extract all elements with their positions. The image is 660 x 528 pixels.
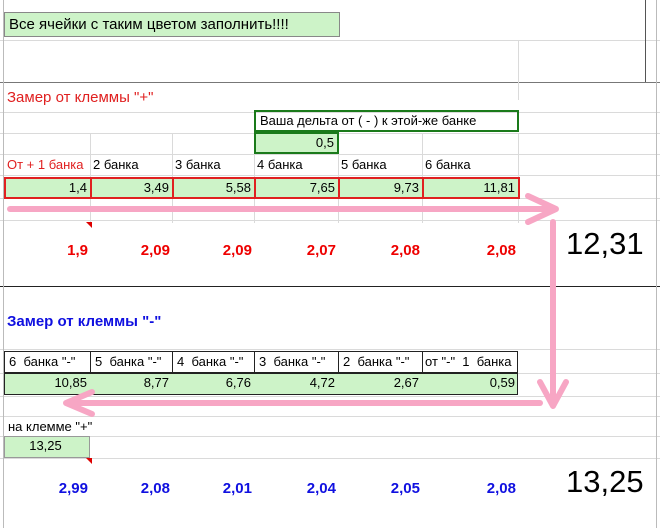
plus-input-4[interactable]: 7,65 xyxy=(254,177,340,199)
plus-header-6: 6 банка xyxy=(425,157,471,172)
minus-header-3: 4 банка "-" xyxy=(177,354,244,369)
minus-input-2[interactable]: 8,77 xyxy=(90,374,172,392)
plus-result-4: 2,07 xyxy=(306,242,336,259)
plus-header-2: 2 банка xyxy=(93,157,139,172)
plus-header-3: 3 банка xyxy=(175,157,221,172)
plus-header-4: 4 банка xyxy=(257,157,303,172)
arrowhead-right xyxy=(525,193,559,225)
comment-marker xyxy=(86,222,92,228)
minus-result-3: 2,01 xyxy=(222,480,252,497)
plus-terminal-label: на клемме "+" xyxy=(8,419,93,434)
plus-input-1[interactable]: 1,4 xyxy=(4,177,92,199)
plus-result-1: 1,9 xyxy=(67,242,88,259)
minus-result-4: 2,04 xyxy=(306,480,336,497)
minus-header-6: от "-" 1 банка xyxy=(425,354,512,369)
plus-terminal-input[interactable]: 13,25 xyxy=(4,436,90,458)
delta-label-cell: Ваша дельта от ( - ) к этой-же банке xyxy=(254,110,519,132)
plus-result-6: 2,08 xyxy=(486,242,516,259)
minus-input-3[interactable]: 6,76 xyxy=(172,374,254,392)
arrowhead-down xyxy=(537,379,569,409)
plus-result-2: 2,09 xyxy=(140,242,170,259)
notice-cell: Все ячейки с таким цветом заполнить!!!! xyxy=(4,12,340,37)
plus-result-5: 2,08 xyxy=(390,242,420,259)
minus-result-1: 2,99 xyxy=(58,480,88,497)
plus-input-2[interactable]: 3,49 xyxy=(90,177,174,199)
plus-result-3: 2,09 xyxy=(222,242,252,259)
minus-result-2: 2,08 xyxy=(140,480,170,497)
delta-label: Ваша дельта от ( - ) к этой-же банке xyxy=(260,113,477,128)
plus-total: 12,31 xyxy=(566,226,644,261)
minus-result-6: 2,08 xyxy=(486,480,516,497)
minus-result-5: 2,05 xyxy=(390,480,420,497)
minus-header-5: 2 банка "-" xyxy=(343,354,410,369)
plus-header-1: От + 1 банка xyxy=(7,157,84,172)
minus-input-6[interactable]: 0,59 xyxy=(422,374,518,392)
delta-input[interactable]: 0,5 xyxy=(254,132,339,154)
plus-input-3[interactable]: 5,58 xyxy=(172,177,256,199)
flow-arrows xyxy=(7,193,569,417)
minus-input-1[interactable]: 10,85 xyxy=(4,374,90,392)
minus-header-2: 5 банка "-" xyxy=(95,354,162,369)
plus-input-6[interactable]: 11,81 xyxy=(422,177,520,199)
minus-header-1: 6 банка "-" xyxy=(9,354,76,369)
minus-input-4[interactable]: 4,72 xyxy=(254,374,338,392)
comment-marker xyxy=(86,458,92,464)
plus-header-5: 5 банка xyxy=(341,157,387,172)
minus-input-5[interactable]: 2,67 xyxy=(338,374,422,392)
plus-section-title: Замер от клеммы "+" xyxy=(7,89,154,106)
minus-section-title: Замер от клеммы "-" xyxy=(7,313,162,330)
minus-total: 13,25 xyxy=(566,464,644,499)
notice-text: Все ячейки с таким цветом заполнить!!!! xyxy=(9,16,289,33)
plus-input-5[interactable]: 9,73 xyxy=(338,177,424,199)
minus-header-4: 3 банка "-" xyxy=(259,354,326,369)
